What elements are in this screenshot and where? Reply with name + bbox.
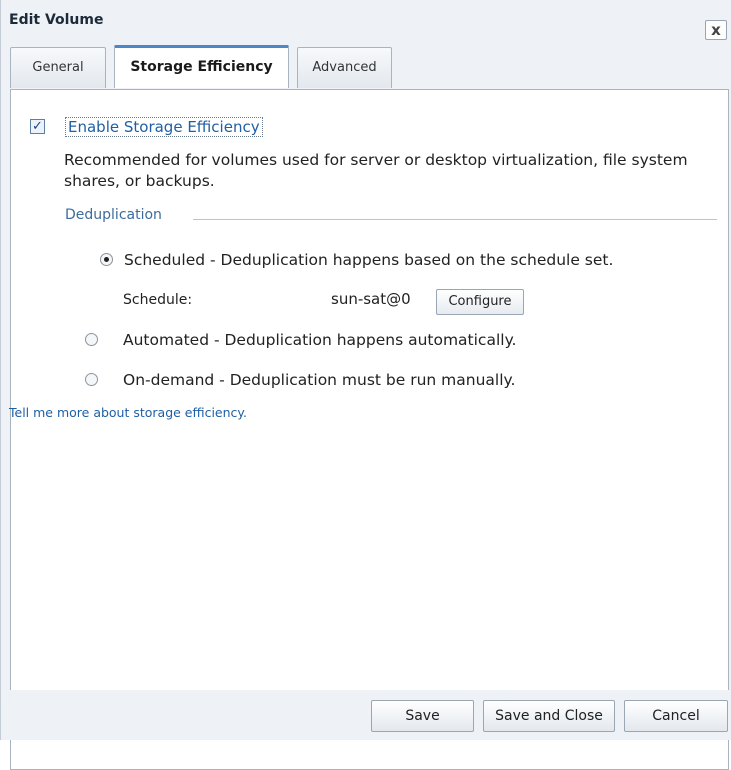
on-demand-radio[interactable] xyxy=(85,373,98,386)
edit-volume-dialog: Edit Volume x General Storage Efficiency… xyxy=(0,0,731,770)
automated-label: Automated - Deduplication happens automa… xyxy=(123,331,517,349)
scheduled-radio[interactable] xyxy=(100,253,113,266)
dialog-title: Edit Volume xyxy=(9,12,104,28)
save-and-close-button[interactable]: Save and Close xyxy=(483,700,615,732)
efficiency-description: Recommended for volumes used for server … xyxy=(64,151,688,190)
schedule-label: Schedule: xyxy=(123,292,193,308)
enable-storage-efficiency-label[interactable]: Enable Storage Efficiency xyxy=(65,117,263,137)
automated-radio[interactable] xyxy=(85,333,98,346)
cancel-button[interactable]: Cancel xyxy=(624,700,728,732)
close-icon: x xyxy=(711,21,721,39)
on-demand-label: On-demand - Deduplication must be run ma… xyxy=(123,371,516,389)
scheduled-label: Scheduled - Deduplication happens based … xyxy=(124,251,614,269)
enable-storage-efficiency-checkbox[interactable]: ✓ xyxy=(30,119,45,134)
configure-button[interactable]: Configure xyxy=(436,289,524,315)
schedule-value: sun-sat@0 xyxy=(331,290,411,308)
deduplication-section-title: Deduplication xyxy=(65,207,162,223)
section-divider xyxy=(193,219,717,220)
close-button[interactable]: x xyxy=(705,20,727,40)
tab-storage-efficiency[interactable]: Storage Efficiency xyxy=(114,45,289,88)
tab-advanced[interactable]: Advanced xyxy=(297,47,392,88)
tab-strip: General Storage Efficiency Advanced xyxy=(10,45,730,88)
save-button[interactable]: Save xyxy=(371,700,474,732)
check-icon: ✓ xyxy=(32,119,43,134)
dialog-footer xyxy=(1,690,731,740)
storage-efficiency-help-link[interactable]: Tell me more about storage efficiency. xyxy=(9,405,247,420)
tab-general[interactable]: General xyxy=(10,47,106,88)
